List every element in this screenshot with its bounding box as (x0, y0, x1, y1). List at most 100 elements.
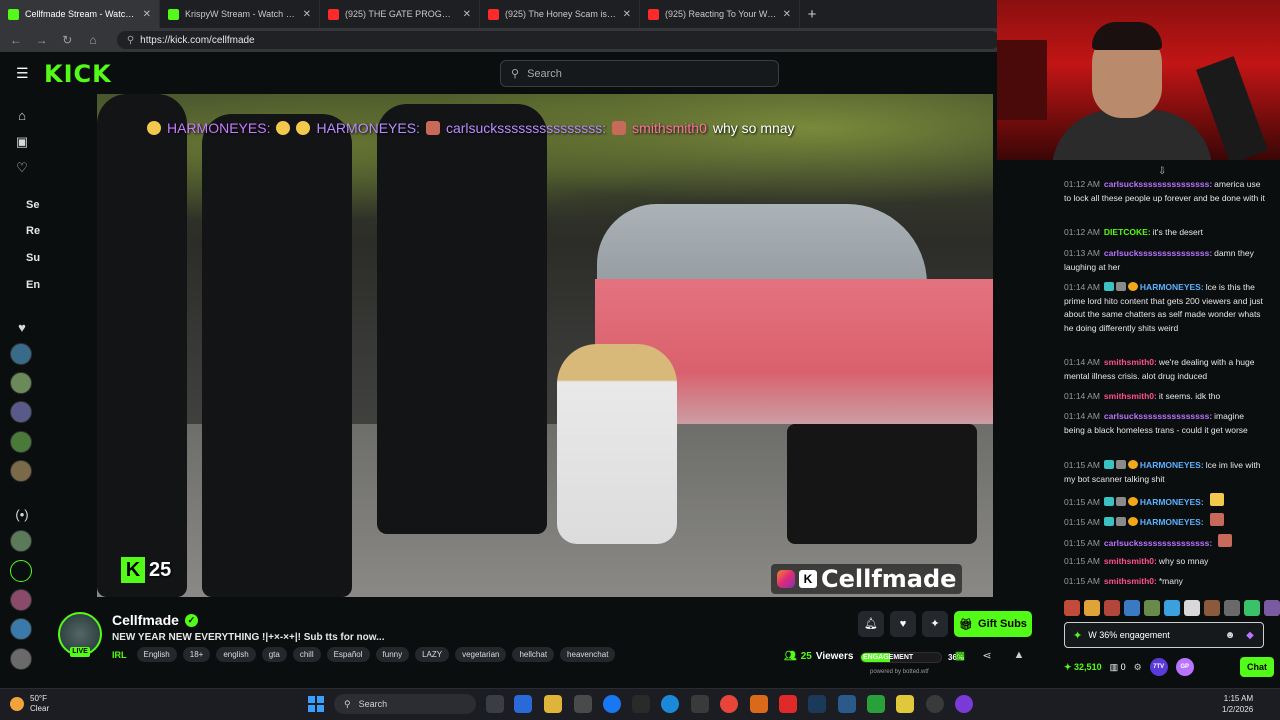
sidebar-label-1[interactable]: Se (26, 199, 39, 211)
emote-icon[interactable] (1084, 600, 1100, 616)
kick-logo[interactable]: KICK (44, 60, 112, 88)
tag[interactable]: English (136, 647, 177, 662)
close-tab-icon[interactable]: ✕ (303, 9, 311, 20)
following-icon[interactable]: ♡ (13, 160, 31, 178)
sparkle-button[interactable]: ✦ (922, 611, 948, 637)
close-tab-icon[interactable]: ✕ (783, 9, 791, 20)
report-icon[interactable]: ▲ (1012, 649, 1026, 663)
amazon-icon[interactable] (632, 695, 650, 713)
sidebar-label-2[interactable]: Re (26, 225, 40, 237)
emote-icon[interactable] (1204, 600, 1220, 616)
chat-username[interactable]: smithsmith0: (1104, 357, 1157, 367)
emote-icon[interactable] (1104, 600, 1120, 616)
sidebar-channel-avatar[interactable] (10, 618, 32, 640)
browse-icon[interactable]: ▣ (13, 134, 31, 152)
chat-username[interactable]: HARMONEYES: (1140, 497, 1204, 507)
emote-icon[interactable] (1184, 600, 1200, 616)
new-tab-button[interactable]: + (800, 6, 824, 23)
streamer-name[interactable]: Cellfmade ✓ (112, 612, 198, 628)
forward-icon[interactable]: → (34, 33, 50, 47)
tag[interactable]: english (216, 647, 256, 662)
close-tab-icon[interactable]: ✕ (623, 9, 631, 20)
chat-username[interactable]: carlsucksssssssssssssss: (1104, 179, 1212, 189)
follow-heart-button[interactable]: ♥ (890, 611, 916, 637)
vlc-icon[interactable] (750, 695, 768, 713)
emote-icon[interactable] (1064, 600, 1080, 616)
obs-icon[interactable] (926, 695, 944, 713)
send-chat-button[interactable]: Chat (1240, 657, 1274, 677)
weather-widget[interactable]: 50°F Clear (10, 694, 49, 714)
xbox-icon[interactable] (867, 695, 885, 713)
chat-username[interactable]: carlsucksssssssssssssss: (1104, 411, 1212, 421)
home-icon[interactable]: ⌂ (85, 33, 101, 47)
tag[interactable]: gta (261, 647, 287, 662)
tag[interactable]: heavenchat (560, 647, 616, 662)
chat-username[interactable]: carlsucksssssssssssssss: (1104, 248, 1212, 258)
7tv-icon[interactable]: 7TV (1149, 658, 1168, 676)
copilot-icon[interactable] (514, 695, 532, 713)
sidebar-channel-avatar[interactable] (10, 648, 32, 670)
stats-icon[interactable]: ▦ (953, 649, 967, 663)
browser-tab-2[interactable]: KrispyW Stream - Watch Live ✕ (160, 0, 320, 28)
extension-icon[interactable]: GP (1175, 658, 1194, 676)
chat-username[interactable]: HARMONEYES: (1140, 282, 1204, 292)
search-input[interactable]: ⚲ Search (500, 60, 779, 87)
sidebar-channel-avatar[interactable] (10, 589, 32, 611)
emote-picker-icon[interactable]: ◆ (1243, 630, 1257, 641)
chat-pin-icon[interactable]: ⇩ (1158, 166, 1166, 177)
chat-username[interactable]: DIETCOKE: (1104, 227, 1151, 237)
calculator-icon[interactable] (691, 695, 709, 713)
sidebar-label-4[interactable]: En (26, 279, 40, 291)
sidebar-channel-avatar[interactable] (10, 460, 32, 482)
site-info-icon[interactable]: ⚲ (127, 35, 134, 46)
menu-icon[interactable]: ☰ (16, 66, 32, 80)
sidebar-channel-avatar[interactable] (10, 343, 32, 365)
notes-icon[interactable] (896, 695, 914, 713)
chat-username[interactable]: smithsmith0: (1104, 576, 1157, 586)
close-tab-icon[interactable]: ✕ (463, 9, 471, 20)
gear-icon[interactable]: ⚙ (1134, 662, 1142, 673)
taskbar-search[interactable]: ⚲ Search (334, 694, 476, 714)
sidebar-label-3[interactable]: Su (26, 252, 40, 264)
store-icon[interactable] (574, 695, 592, 713)
stream-category[interactable]: IRL (112, 650, 127, 660)
sidebar-channel-avatar[interactable] (10, 560, 32, 582)
tag[interactable]: Español (326, 647, 370, 662)
tag[interactable]: chill (292, 647, 321, 662)
emote-icon[interactable] (1224, 600, 1240, 616)
emote-icon[interactable] (1144, 600, 1160, 616)
chat-username[interactable]: HARMONEYES: (1140, 460, 1204, 470)
browser-tab-5[interactable]: (925) Reacting To Your Worst Tech ✕ (640, 0, 800, 28)
chat-username[interactable]: smithsmith0: (1104, 556, 1157, 566)
taskbar-clock[interactable]: 1:15 AM 1/2/2026 (1222, 693, 1253, 715)
chat-username[interactable]: carlsucksssssssssssssss: (1104, 538, 1212, 548)
emoji-icon[interactable]: ☻ (1223, 630, 1237, 641)
chrome-icon[interactable] (720, 695, 738, 713)
windows-start-button[interactable] (308, 696, 324, 712)
tag[interactable]: 18+ (182, 647, 211, 662)
notification-bell-button[interactable]: 🔔︎ (858, 611, 884, 637)
sidebar-channel-avatar[interactable] (10, 431, 32, 453)
browser-tab-4[interactable]: (925) The Honey Scam is Worse Th ✕ (480, 0, 640, 28)
chat-input[interactable]: ✦ W 36% engagement ☻ ◆ (1064, 622, 1264, 648)
sidebar-channel-avatar[interactable] (10, 372, 32, 394)
emote-icon[interactable] (1244, 600, 1260, 616)
close-tab-icon[interactable]: ✕ (143, 9, 151, 20)
emote-icon[interactable] (1124, 600, 1140, 616)
app-icon-2[interactable] (955, 695, 973, 713)
chat-username[interactable]: HARMONEYES: (1140, 517, 1204, 527)
sidebar-channel-avatar[interactable] (10, 530, 32, 552)
sidebar-channel-avatar[interactable] (10, 401, 32, 423)
tag[interactable]: vegetarian (455, 647, 507, 662)
browser-tab-1[interactable]: Cellfmade Stream - Watch Live ✕ (0, 0, 160, 28)
emote-icon[interactable] (1164, 600, 1180, 616)
tag[interactable]: hellchat (512, 647, 555, 662)
file-explorer-icon[interactable] (544, 695, 562, 713)
steam-icon[interactable] (808, 695, 826, 713)
reload-icon[interactable]: ↻ (59, 33, 75, 47)
chat-username[interactable]: smithsmith0: (1104, 391, 1157, 401)
app-icon[interactable] (838, 695, 856, 713)
channel-points[interactable]: ✦ 32,510 (1064, 662, 1102, 673)
video-player[interactable]: HARMONEYES: HARMONEYES: carlsuckssssssss… (97, 94, 993, 597)
tag[interactable]: LAZY (415, 647, 450, 662)
